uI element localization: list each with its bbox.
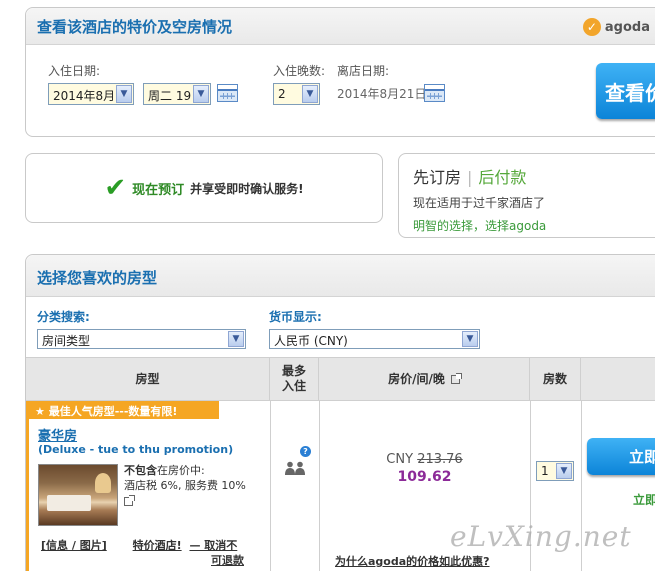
- book-now-green-text[interactable]: 立即: [633, 491, 655, 508]
- calendar-icon[interactable]: [217, 84, 238, 102]
- book-first-text: 先订房: [413, 168, 462, 187]
- checkin-label: 入住日期:: [48, 64, 101, 78]
- external-link-icon[interactable]: [124, 494, 135, 506]
- instant-confirm-text: 并享受即时确认服务!: [190, 181, 304, 196]
- currency-select[interactable]: 人民币 (CNY) ▼: [269, 329, 480, 349]
- filter-label: 分类搜索:: [37, 310, 90, 324]
- book-cell: 立即 立即: [581, 401, 655, 571]
- currency-label: 货币显示:: [269, 310, 322, 324]
- popular-banner-text: 最佳人气房型---数量有限!: [48, 405, 178, 418]
- why-cheap-link[interactable]: 为什么agoda的价格如此优惠?: [335, 553, 490, 569]
- room-name-link[interactable]: 豪华房: [38, 425, 77, 444]
- pay-later-note: 现在适用于过千家酒店了: [413, 196, 546, 210]
- availability-panel: 查看该酒店的特价及空房情况 ✓ agoda 入住日期: 2014年8月 ▼ 周二…: [25, 7, 655, 137]
- original-price-value: 213.76: [417, 452, 463, 467]
- checkin-month-value: 2014年8月: [53, 89, 116, 103]
- chevron-down-icon: ▼: [193, 85, 209, 103]
- price-cell: CNY 213.76 109.62 为什么agoda的价格如此优惠?: [319, 401, 530, 571]
- chevron-down-icon: ▼: [228, 331, 244, 347]
- table-row: ★ 最佳人气房型---数量有限! 豪华房 (Deluxe - tue to th…: [26, 401, 655, 571]
- max-occupancy-cell: ?: [270, 401, 319, 571]
- col-max-line2: 入住: [281, 379, 306, 393]
- pay-later-text: 后付款: [478, 168, 527, 187]
- check-availability-button[interactable]: 查看价: [596, 63, 655, 119]
- col-quantity: 房数: [530, 358, 581, 400]
- room-type-filter-select[interactable]: 房间类型 ▼: [37, 329, 246, 349]
- room-type-filter-value: 房间类型: [42, 334, 91, 348]
- chevron-down-icon: ▼: [556, 463, 572, 479]
- sale-price: 109.62: [397, 469, 452, 485]
- availability-title: 查看该酒店的特价及空房情况: [37, 18, 233, 36]
- room-selection-panel: 选择您喜欢的房型 分类搜索: 房间类型 ▼ 货币显示: 人民币 (CNY) ▼ …: [25, 254, 655, 571]
- room-selection-title: 选择您喜欢的房型: [37, 269, 158, 287]
- external-link-icon[interactable]: [450, 372, 462, 384]
- help-icon[interactable]: ?: [300, 446, 311, 457]
- nights-select[interactable]: 2 ▼: [273, 83, 320, 105]
- check-circle-icon: ✓: [582, 18, 601, 36]
- pay-later-slogan: 明智的选择，选择agoda: [413, 219, 547, 233]
- col-price-label: 房价/间/晚: [388, 371, 445, 386]
- tax-info: 不包含在房价中: 酒店税 6%, 服务费 10%: [124, 463, 264, 508]
- checkmark-icon: ✔: [104, 173, 127, 203]
- checkin-day-value: 周二 19: [148, 89, 192, 103]
- room-selection-header: 选择您喜欢的房型: [26, 255, 655, 297]
- book-now-panel: ✔ 现在预订 并享受即时确认服务!: [25, 153, 383, 223]
- room-info-cell: ★ 最佳人气房型---数量有限! 豪华房 (Deluxe - tue to th…: [26, 401, 270, 571]
- book-now-button[interactable]: 立即: [587, 438, 655, 475]
- agoda-logo-text: agoda: [604, 19, 650, 35]
- checkin-month-select[interactable]: 2014年8月 ▼: [48, 83, 134, 105]
- room-english-name: (Deluxe - tue to thu promotion): [38, 443, 234, 456]
- tax-excluded-rest: 在房价中:: [157, 464, 205, 477]
- nights-value: 2: [278, 87, 286, 101]
- chevron-down-icon: ▼: [462, 331, 478, 347]
- chevron-down-icon: ▼: [302, 85, 318, 103]
- checkout-date: 2014年8月21日: [337, 87, 427, 101]
- room-quantity-value: 1: [541, 464, 549, 478]
- agoda-badge: ✓ agoda: [582, 18, 650, 36]
- currency-value: 人民币 (CNY): [274, 334, 348, 348]
- tax-detail: 酒店税 6%, 服务费 10%: [124, 479, 246, 492]
- chevron-down-icon: ▼: [116, 85, 132, 103]
- nights-label: 入住晚数:: [273, 64, 326, 78]
- popular-room-banner: ★ 最佳人气房型---数量有限!: [29, 401, 219, 419]
- quantity-cell: 1 ▼: [530, 401, 581, 571]
- col-max-line1: 最多: [281, 364, 306, 378]
- room-quantity-select[interactable]: 1 ▼: [536, 461, 574, 481]
- currency-code: CNY: [386, 452, 414, 467]
- col-room-type: 房型: [26, 358, 270, 400]
- checkout-label: 离店日期:: [337, 64, 390, 78]
- original-price: CNY 213.76: [319, 452, 530, 467]
- pay-later-heading: 先订房 | 后付款: [413, 168, 527, 187]
- checkin-day-select[interactable]: 周二 19 ▼: [143, 83, 211, 105]
- book-now-text: 现在预订: [132, 182, 185, 198]
- special-hotel-link[interactable]: 特价酒店!: [133, 539, 182, 552]
- col-book: [581, 358, 655, 400]
- two-guests-icon: [285, 461, 305, 475]
- pay-later-panel: 先订房 | 后付款 现在适用于过千家酒店了 明智的选择，选择agoda: [398, 153, 655, 238]
- info-photos-link[interactable]: [信息 / 图片]: [41, 539, 107, 552]
- room-table-header: 房型 最多 入住 房价/间/晚 房数: [26, 357, 655, 401]
- tax-excluded: 不包含: [124, 464, 157, 477]
- room-photo[interactable]: [38, 464, 118, 526]
- col-max-occupancy: 最多 入住: [270, 358, 319, 400]
- availability-header: 查看该酒店的特价及空房情况: [26, 8, 655, 45]
- cancel-policy-line2[interactable]: 可退款: [211, 554, 244, 567]
- calendar-icon[interactable]: [424, 84, 445, 102]
- room-links: [信息 / 图片] 特价酒店! — 取消不 可退款: [41, 538, 244, 568]
- cancel-policy-link[interactable]: — 取消不: [189, 539, 237, 552]
- col-price: 房价/间/晚: [319, 358, 530, 400]
